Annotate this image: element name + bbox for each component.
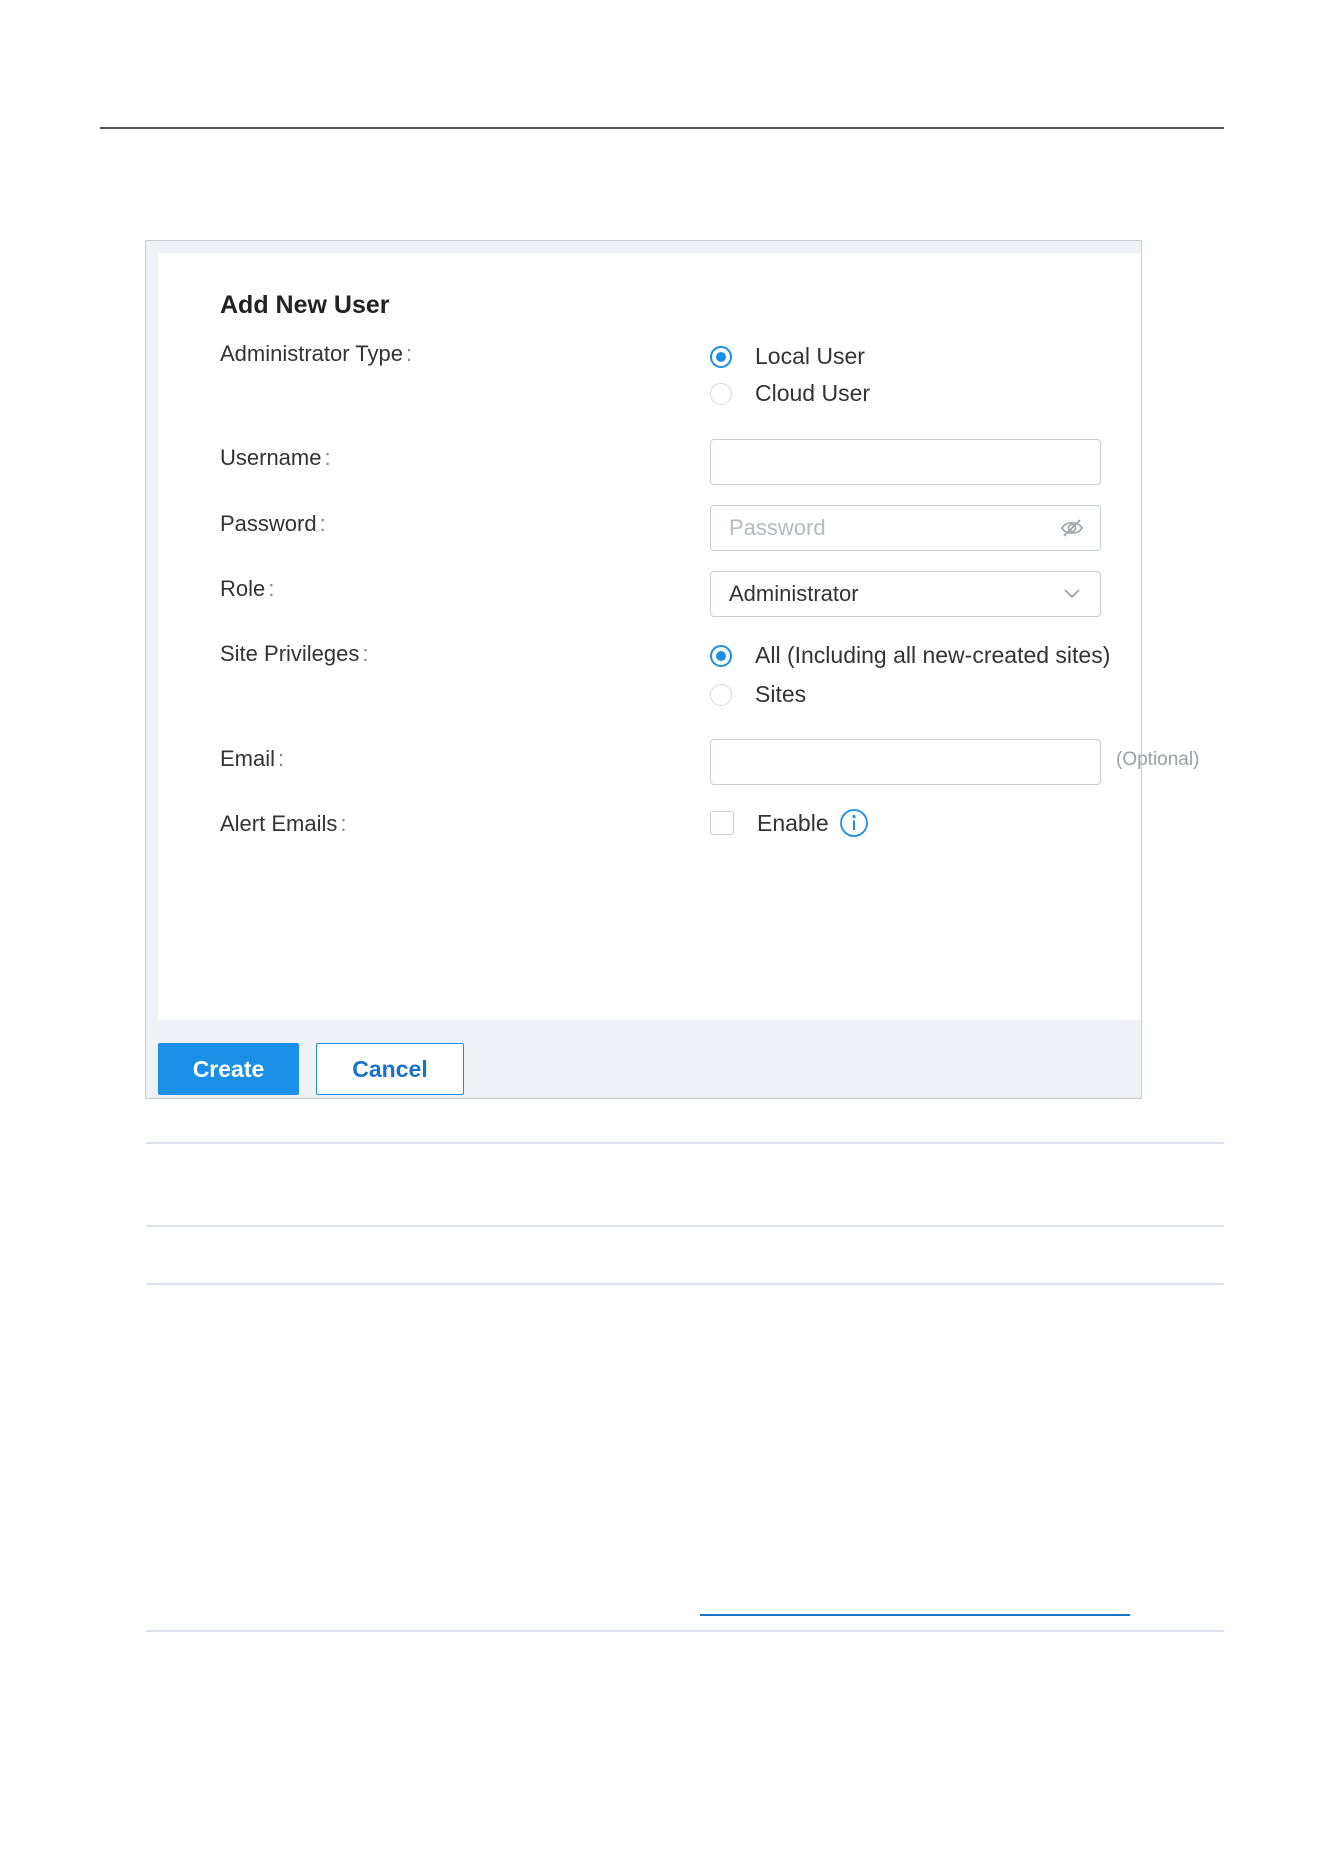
site-privileges-label-text: Site Privileges xyxy=(220,641,360,666)
radio-button-checked[interactable] xyxy=(710,345,732,368)
radio-button[interactable] xyxy=(710,683,732,706)
colon: : xyxy=(278,746,285,771)
dialog-body: Add New User Administrator Type: Local U… xyxy=(158,253,1199,1020)
divider xyxy=(146,1225,1224,1227)
colon: : xyxy=(319,511,326,536)
admin-type-label: Administrator Type: xyxy=(220,341,412,367)
username-label: Username: xyxy=(220,445,331,471)
colon: : xyxy=(268,576,275,601)
add-user-dialog: Add New User Administrator Type: Local U… xyxy=(145,240,1199,1099)
role-label-text: Role xyxy=(220,576,266,601)
radio-local-user-label: Local User xyxy=(755,343,865,369)
email-label: Email: xyxy=(220,746,284,772)
colon: : xyxy=(362,641,369,666)
enable-checkbox[interactable] xyxy=(710,811,734,835)
divider xyxy=(146,1630,1224,1632)
radio-button[interactable] xyxy=(710,382,732,405)
role-value: Administrator xyxy=(729,581,859,606)
username-input[interactable] xyxy=(710,439,1101,485)
enable-label: Enable xyxy=(757,809,829,836)
password-input[interactable]: Password xyxy=(710,505,1101,551)
alert-emails-label-text: Alert Emails xyxy=(220,811,338,836)
colon: : xyxy=(406,341,413,366)
top-divider xyxy=(100,127,1224,129)
alert-emails-enable[interactable]: Enable xyxy=(710,808,869,838)
create-button[interactable]: Create xyxy=(158,1043,299,1095)
password-label: Password: xyxy=(220,511,326,537)
role-label: Role: xyxy=(220,576,274,602)
radio-sites[interactable]: Sites xyxy=(710,681,806,708)
radio-cloud-user[interactable]: Cloud User xyxy=(710,380,870,407)
role-select[interactable]: Administrator xyxy=(710,571,1101,617)
alert-emails-label: Alert Emails: xyxy=(220,811,346,837)
cancel-button[interactable]: Cancel xyxy=(316,1043,464,1095)
info-icon[interactable] xyxy=(839,808,869,838)
link-underline xyxy=(700,1614,1130,1616)
radio-all-sites-label: All (Including all new-created sites) xyxy=(755,642,1111,668)
username-label-text: Username xyxy=(220,445,322,470)
dialog-title: Add New User xyxy=(220,291,390,319)
radio-sites-label: Sites xyxy=(755,681,807,707)
colon: : xyxy=(324,445,331,470)
divider xyxy=(146,1283,1224,1285)
email-label-text: Email xyxy=(220,746,276,771)
chevron-down-icon xyxy=(1064,589,1080,599)
eye-off-icon[interactable] xyxy=(1060,518,1084,538)
email-optional-hint: (Optional) xyxy=(1116,749,1200,770)
radio-local-user[interactable]: Local User xyxy=(710,343,865,370)
password-placeholder: Password xyxy=(729,515,826,540)
email-input[interactable] xyxy=(710,739,1101,785)
admin-type-label-text: Administrator Type xyxy=(220,341,404,366)
radio-all-sites[interactable]: All (Including all new-created sites) xyxy=(710,642,1110,669)
divider xyxy=(146,1142,1224,1144)
site-privileges-label: Site Privileges: xyxy=(220,641,369,667)
password-label-text: Password xyxy=(220,511,317,536)
colon: : xyxy=(340,811,347,836)
radio-button-checked[interactable] xyxy=(710,644,732,667)
radio-cloud-user-label: Cloud User xyxy=(755,380,871,406)
